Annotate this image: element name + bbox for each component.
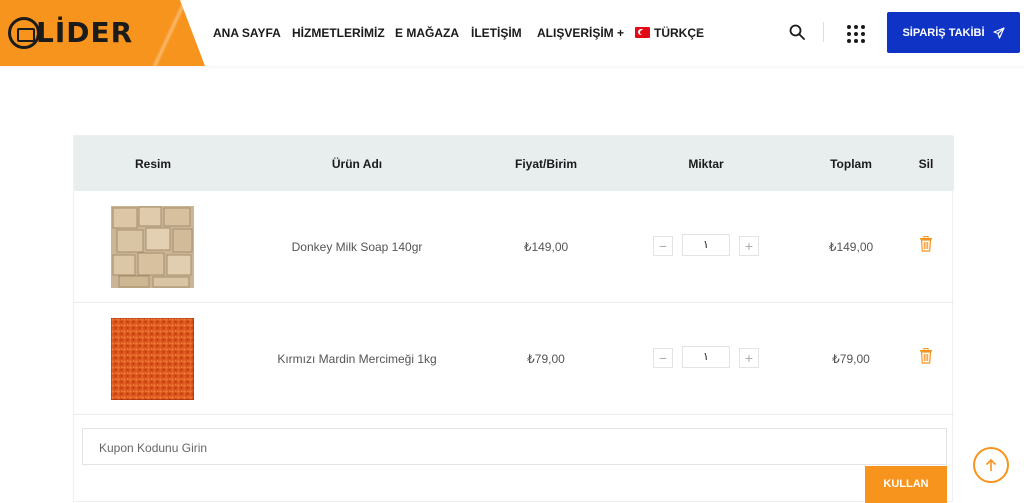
logo[interactable]: LİDER: [0, 0, 205, 66]
order-tracking-label: SİPARİŞ TAKİBİ: [902, 26, 985, 39]
arrow-up-icon: [985, 458, 997, 471]
nav-item-shopping[interactable]: ALIŞVERİŞİM +: [537, 26, 624, 40]
chevron-down-icon: ▼: [695, 28, 702, 35]
nav-item-contact[interactable]: İLETİŞİM: [471, 26, 522, 40]
quantity-decrease-button[interactable]: −: [653, 348, 673, 368]
coupon-input[interactable]: Kupon Kodunu Girin: [82, 428, 947, 465]
unit-price: ₺149,00: [523, 240, 569, 254]
paper-plane-icon: [992, 26, 1005, 39]
header-product-name: Ürün Adı: [331, 157, 383, 171]
quantity-input[interactable]: ١: [682, 346, 730, 368]
unit-price: ₺79,00: [527, 352, 565, 366]
product-image-soap[interactable]: [111, 206, 194, 288]
quantity-increase-button[interactable]: +: [739, 348, 759, 368]
nav-item-store[interactable]: E MAĞAZA: [395, 26, 459, 40]
header-divider: [823, 22, 824, 42]
scroll-to-top-button[interactable]: [973, 447, 1009, 483]
logo-stripe: [150, 0, 190, 66]
trash-icon[interactable]: [919, 348, 933, 364]
quantity-input[interactable]: ١: [682, 234, 730, 256]
logo-text: LİDER: [36, 16, 134, 49]
header-unit-price: Fiyat/Birim: [514, 157, 578, 171]
cart-row: Kırmızı Mardin Mercimeği 1kg ₺79,00 − ١ …: [74, 303, 954, 415]
trash-icon[interactable]: [919, 236, 933, 252]
cart-row: Donkey Milk Soap 140gr ₺149,00 − ١ + ₺14…: [74, 191, 954, 303]
site-header: LİDER ANA SAYFA HİZMETLERİMİZ E MAĞAZA İ…: [0, 0, 1024, 66]
header-remove: Sil: [918, 157, 934, 171]
apps-grid-icon[interactable]: [847, 25, 865, 43]
nav-item-home[interactable]: ANA SAYFA: [213, 26, 281, 40]
search-icon[interactable]: [789, 24, 805, 40]
apply-coupon-button[interactable]: KULLAN: [865, 466, 947, 503]
product-image-lentils[interactable]: [111, 318, 194, 400]
nav-item-services[interactable]: HİZMETLERİMİZ: [292, 26, 385, 40]
order-tracking-button[interactable]: SİPARİŞ TAKİBİ: [887, 12, 1020, 53]
product-name[interactable]: Kırmızı Mardin Mercimeği 1kg: [277, 352, 436, 366]
quantity-increase-button[interactable]: +: [739, 236, 759, 256]
cart-table: Resim Ürün Adı Fiyat/Birim Miktar Toplam…: [73, 135, 954, 503]
turkey-flag-icon: [635, 27, 650, 38]
row-total: ₺79,00: [832, 352, 870, 366]
header-quantity: Miktar: [688, 157, 724, 171]
row-total: ₺149,00: [828, 240, 874, 254]
product-name[interactable]: Donkey Milk Soap 140gr: [292, 240, 423, 254]
cart-table-header: Resim Ürün Adı Fiyat/Birim Miktar Toplam…: [74, 136, 954, 191]
quantity-decrease-button[interactable]: −: [653, 236, 673, 256]
header-image: Resim: [134, 157, 172, 171]
header-total: Toplam: [830, 157, 872, 171]
